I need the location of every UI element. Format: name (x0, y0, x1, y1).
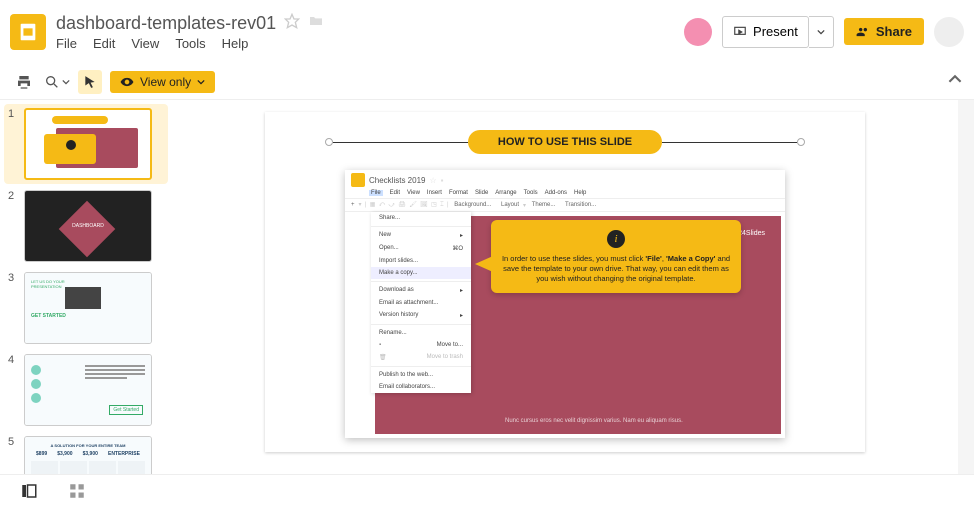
hide-menus-icon[interactable] (948, 72, 962, 91)
move-folder-icon[interactable] (308, 13, 324, 34)
callout-text: In order to use these slides, you must c… (501, 254, 731, 283)
slide-number: 2 (8, 190, 18, 262)
grid-view-icon[interactable] (68, 482, 86, 500)
slide-number: 3 (8, 272, 18, 344)
menu-tools[interactable]: Tools (175, 36, 205, 51)
user-avatar[interactable] (934, 17, 964, 47)
embedded-toolbar: + ▾ | ▦ ⤺ ⤻ 🖨 🖌 🖼 ◳ ⌶ | Background... La… (345, 198, 785, 212)
body: 1 2 DASHBOARD 3 LET US DO YOURPRESENTATI… (0, 100, 974, 474)
slide-preview: Get Started (24, 354, 152, 426)
view-only-button[interactable]: View only (110, 71, 215, 93)
callout-pointer (475, 256, 493, 272)
present-dropdown[interactable] (809, 16, 834, 48)
collaborator-avatar[interactable] (684, 18, 712, 46)
zoom-control[interactable] (44, 74, 70, 90)
embedded-doc-title: Checklists 2019 (369, 176, 425, 185)
menu-file[interactable]: File (56, 36, 77, 51)
slide-thumb-1[interactable]: 1 (4, 104, 168, 184)
filmstrip[interactable]: 1 2 DASHBOARD 3 LET US DO YOURPRESENTATI… (0, 100, 172, 474)
header-right: Present Share (684, 16, 964, 48)
embedded-header: Checklists 2019 ☆ ▪ (345, 170, 785, 190)
embedded-menu-bar: File Edit View Insert Format Slide Arran… (345, 190, 785, 198)
slide-thumb-5[interactable]: 5 A SOLUTION FOR YOUR ENTIRE TEAM $899$3… (8, 436, 164, 474)
instruction-callout: i In order to use these slides, you must… (491, 220, 741, 293)
slide-thumb-2[interactable]: 2 DASHBOARD (8, 190, 164, 262)
info-icon: i (607, 230, 625, 248)
brand-label: 24Slides (738, 230, 765, 237)
slides-logo-icon (351, 173, 365, 187)
decorative-line (333, 142, 468, 143)
side-panel (958, 100, 974, 474)
title-area: dashboard-templates-rev01 File Edit View… (56, 13, 684, 51)
present-label: Present (753, 24, 798, 39)
decorative-dot (325, 138, 333, 146)
slide-thumb-3[interactable]: 3 LET US DO YOURPRESENTATIONGET STARTED (8, 272, 164, 344)
star-icon: ☆ (429, 176, 436, 185)
slides-logo (10, 14, 46, 50)
slide-number: 4 (8, 354, 18, 426)
view-only-label: View only (140, 75, 191, 89)
slide-preview: LET US DO YOURPRESENTATIONGET STARTED (24, 272, 152, 344)
lorem-text: Nunc cursus eros nec velit dignissim var… (505, 418, 755, 424)
slide-thumb-4[interactable]: 4 Get Started (8, 354, 164, 426)
share-label: Share (876, 24, 912, 39)
document-title[interactable]: dashboard-templates-rev01 (56, 13, 276, 34)
embedded-screenshot: Checklists 2019 ☆ ▪ File Edit View Inser… (345, 170, 785, 438)
decorative-dot (797, 138, 805, 146)
slide-preview (24, 108, 152, 180)
menu-bar: File Edit View Tools Help (56, 36, 684, 51)
filmstrip-view-icon[interactable] (20, 482, 38, 500)
share-button[interactable]: Share (844, 18, 924, 45)
bottom-bar (0, 474, 974, 506)
present-button[interactable]: Present (722, 16, 809, 48)
slide-preview: DASHBOARD (24, 190, 152, 262)
menu-view[interactable]: View (131, 36, 159, 51)
make-copy-highlighted: Make a copy... (371, 267, 471, 279)
slide-preview: A SOLUTION FOR YOUR ENTIRE TEAM $899$3,9… (24, 436, 152, 474)
print-icon[interactable] (12, 70, 36, 94)
decorative-line (662, 142, 797, 143)
embedded-filmstrip (345, 212, 371, 438)
slide-title-bar: HOW TO USE THIS SLIDE (325, 128, 805, 156)
slide-number: 1 (8, 108, 18, 180)
folder-icon: ▪ (441, 176, 444, 185)
file-menu-dropdown: Share... New▸ Open...⌘O Import slides...… (371, 212, 471, 393)
select-tool[interactable] (78, 70, 102, 94)
slide-title: HOW TO USE THIS SLIDE (468, 130, 662, 154)
slide-canvas[interactable]: HOW TO USE THIS SLIDE Checklists 2019 ☆ … (265, 112, 865, 452)
star-icon[interactable] (284, 13, 300, 34)
toolbar: View only (0, 64, 974, 100)
menu-edit[interactable]: Edit (93, 36, 115, 51)
canvas-area[interactable]: HOW TO USE THIS SLIDE Checklists 2019 ☆ … (172, 100, 958, 474)
menu-help[interactable]: Help (222, 36, 249, 51)
app-header: dashboard-templates-rev01 File Edit View… (0, 0, 974, 64)
slide-number: 5 (8, 436, 18, 474)
embedded-menu-file: File (369, 190, 383, 196)
